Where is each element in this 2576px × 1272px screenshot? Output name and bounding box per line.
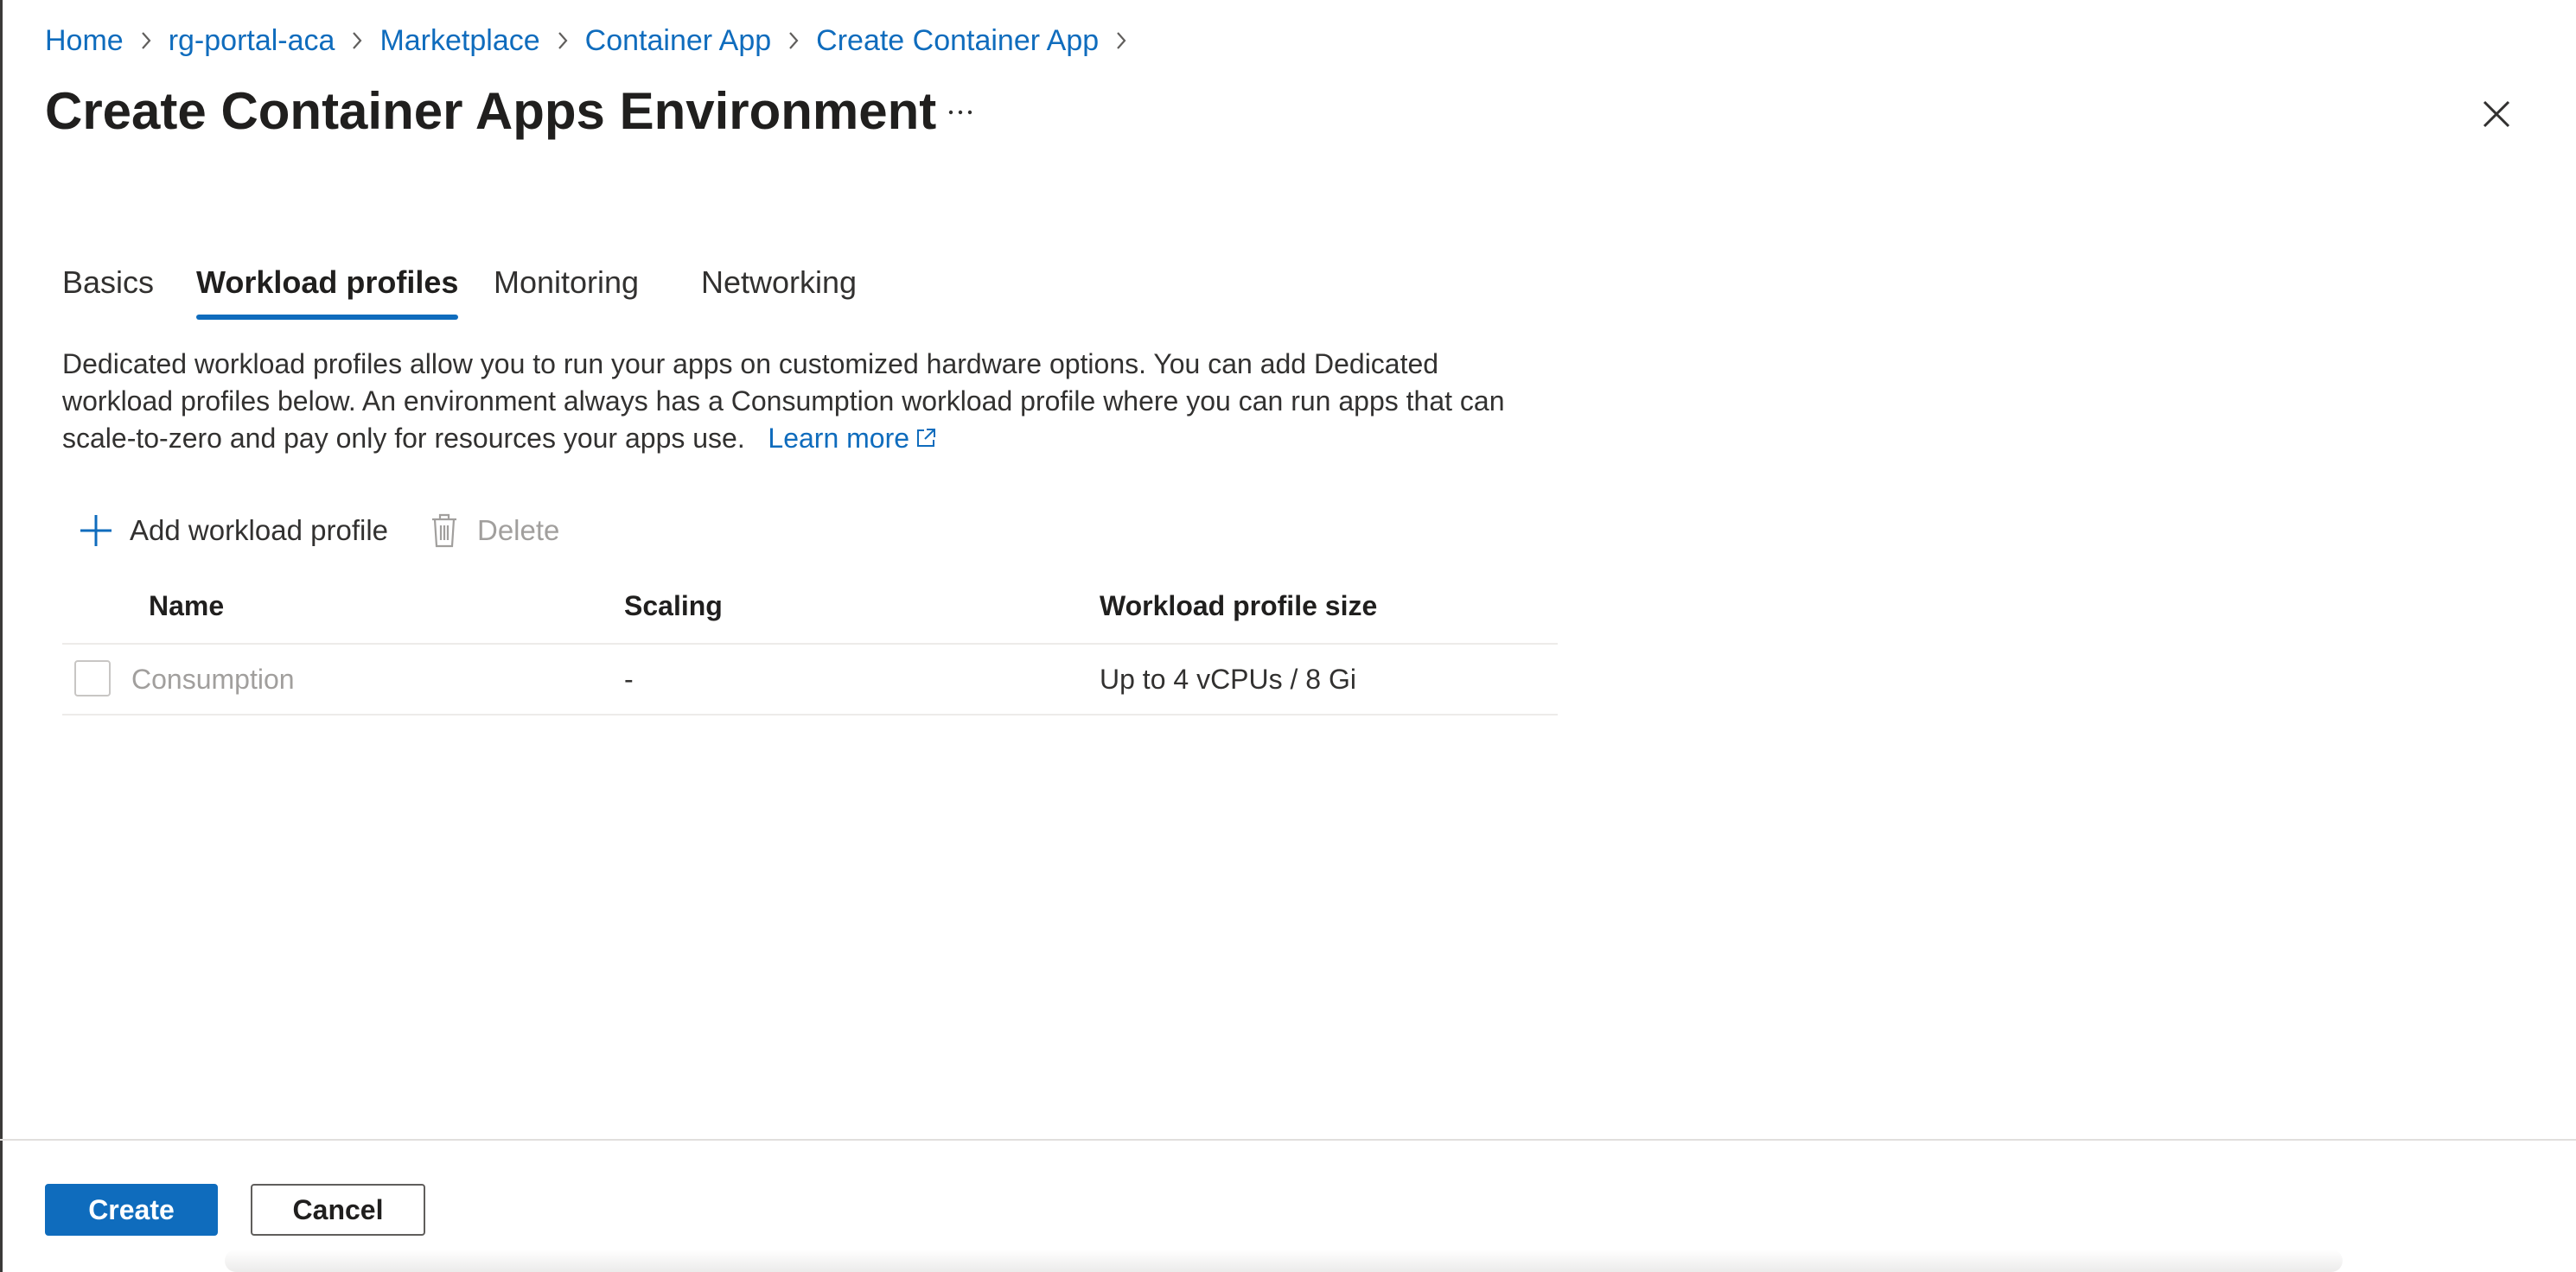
tab-basics[interactable]: Basics <box>62 256 154 320</box>
window-left-edge <box>0 0 3 1272</box>
add-workload-profile-button[interactable]: Add workload profile <box>76 505 388 556</box>
table-header: Name Scaling Workload profile size <box>62 579 1558 645</box>
footer-shadow <box>225 1250 2343 1272</box>
workload-profiles-table: Name Scaling Workload profile size Consu… <box>62 579 1558 716</box>
tab-workload-profiles[interactable]: Workload profiles <box>196 256 459 320</box>
description-line-1: Dedicated workload profiles allow you to… <box>62 348 1439 379</box>
learn-more-label: Learn more <box>768 423 910 454</box>
row-checkbox <box>74 660 111 696</box>
column-header-name[interactable]: Name <box>149 579 224 633</box>
breadcrumb-resource-group[interactable]: rg-portal-aca <box>169 24 335 58</box>
description-line-3: scale-to-zero and pay only for resources… <box>62 420 1549 459</box>
row-name: Consumption <box>131 664 295 695</box>
tab-workload-profiles-label: Workload profiles <box>196 264 459 300</box>
more-icon[interactable] <box>937 95 984 130</box>
breadcrumb-home[interactable]: Home <box>45 24 124 58</box>
add-icon <box>76 513 116 548</box>
learn-more-link[interactable]: Learn more <box>768 423 937 454</box>
column-header-scaling[interactable]: Scaling <box>624 579 723 633</box>
chevron-right-icon <box>124 19 169 62</box>
tab-monitoring[interactable]: Monitoring <box>494 256 639 320</box>
create-button[interactable]: Create <box>45 1184 218 1236</box>
footer-divider <box>0 1139 2576 1141</box>
delete-label: Delete <box>477 514 560 546</box>
row-scaling: - <box>624 664 634 695</box>
add-workload-profile-label: Add workload profile <box>130 514 388 546</box>
delete-icon <box>429 512 460 549</box>
close-icon[interactable] <box>2472 90 2521 138</box>
breadcrumb-container-app[interactable]: Container App <box>585 24 772 58</box>
chevron-right-icon <box>771 19 816 62</box>
delete-button[interactable]: Delete <box>429 505 559 556</box>
description-line-2: workload profiles below. An environment … <box>62 385 1505 417</box>
chevron-right-icon <box>540 19 585 62</box>
cancel-button[interactable]: Cancel <box>251 1184 425 1236</box>
page-title: Create Container Apps Environment <box>45 82 937 140</box>
active-tab-indicator <box>196 315 459 320</box>
chevron-right-icon <box>1099 19 1144 62</box>
row-size: Up to 4 vCPUs / 8 Gi <box>1100 664 1356 695</box>
breadcrumb: Home rg-portal-aca Marketplace Container… <box>45 19 1144 62</box>
breadcrumb-create-container-app[interactable]: Create Container App <box>816 24 1099 58</box>
tab-networking[interactable]: Networking <box>701 256 857 320</box>
chevron-right-icon <box>335 19 379 62</box>
workload-profiles-description: Dedicated workload profiles allow you to… <box>62 346 1549 459</box>
description-line-3-text: scale-to-zero and pay only for resources… <box>62 423 745 454</box>
breadcrumb-marketplace[interactable]: Marketplace <box>379 24 539 58</box>
external-link-icon <box>915 422 937 459</box>
table-row: Consumption - Up to 4 vCPUs / 8 Gi <box>62 645 1558 716</box>
column-header-size[interactable]: Workload profile size <box>1100 579 1377 633</box>
